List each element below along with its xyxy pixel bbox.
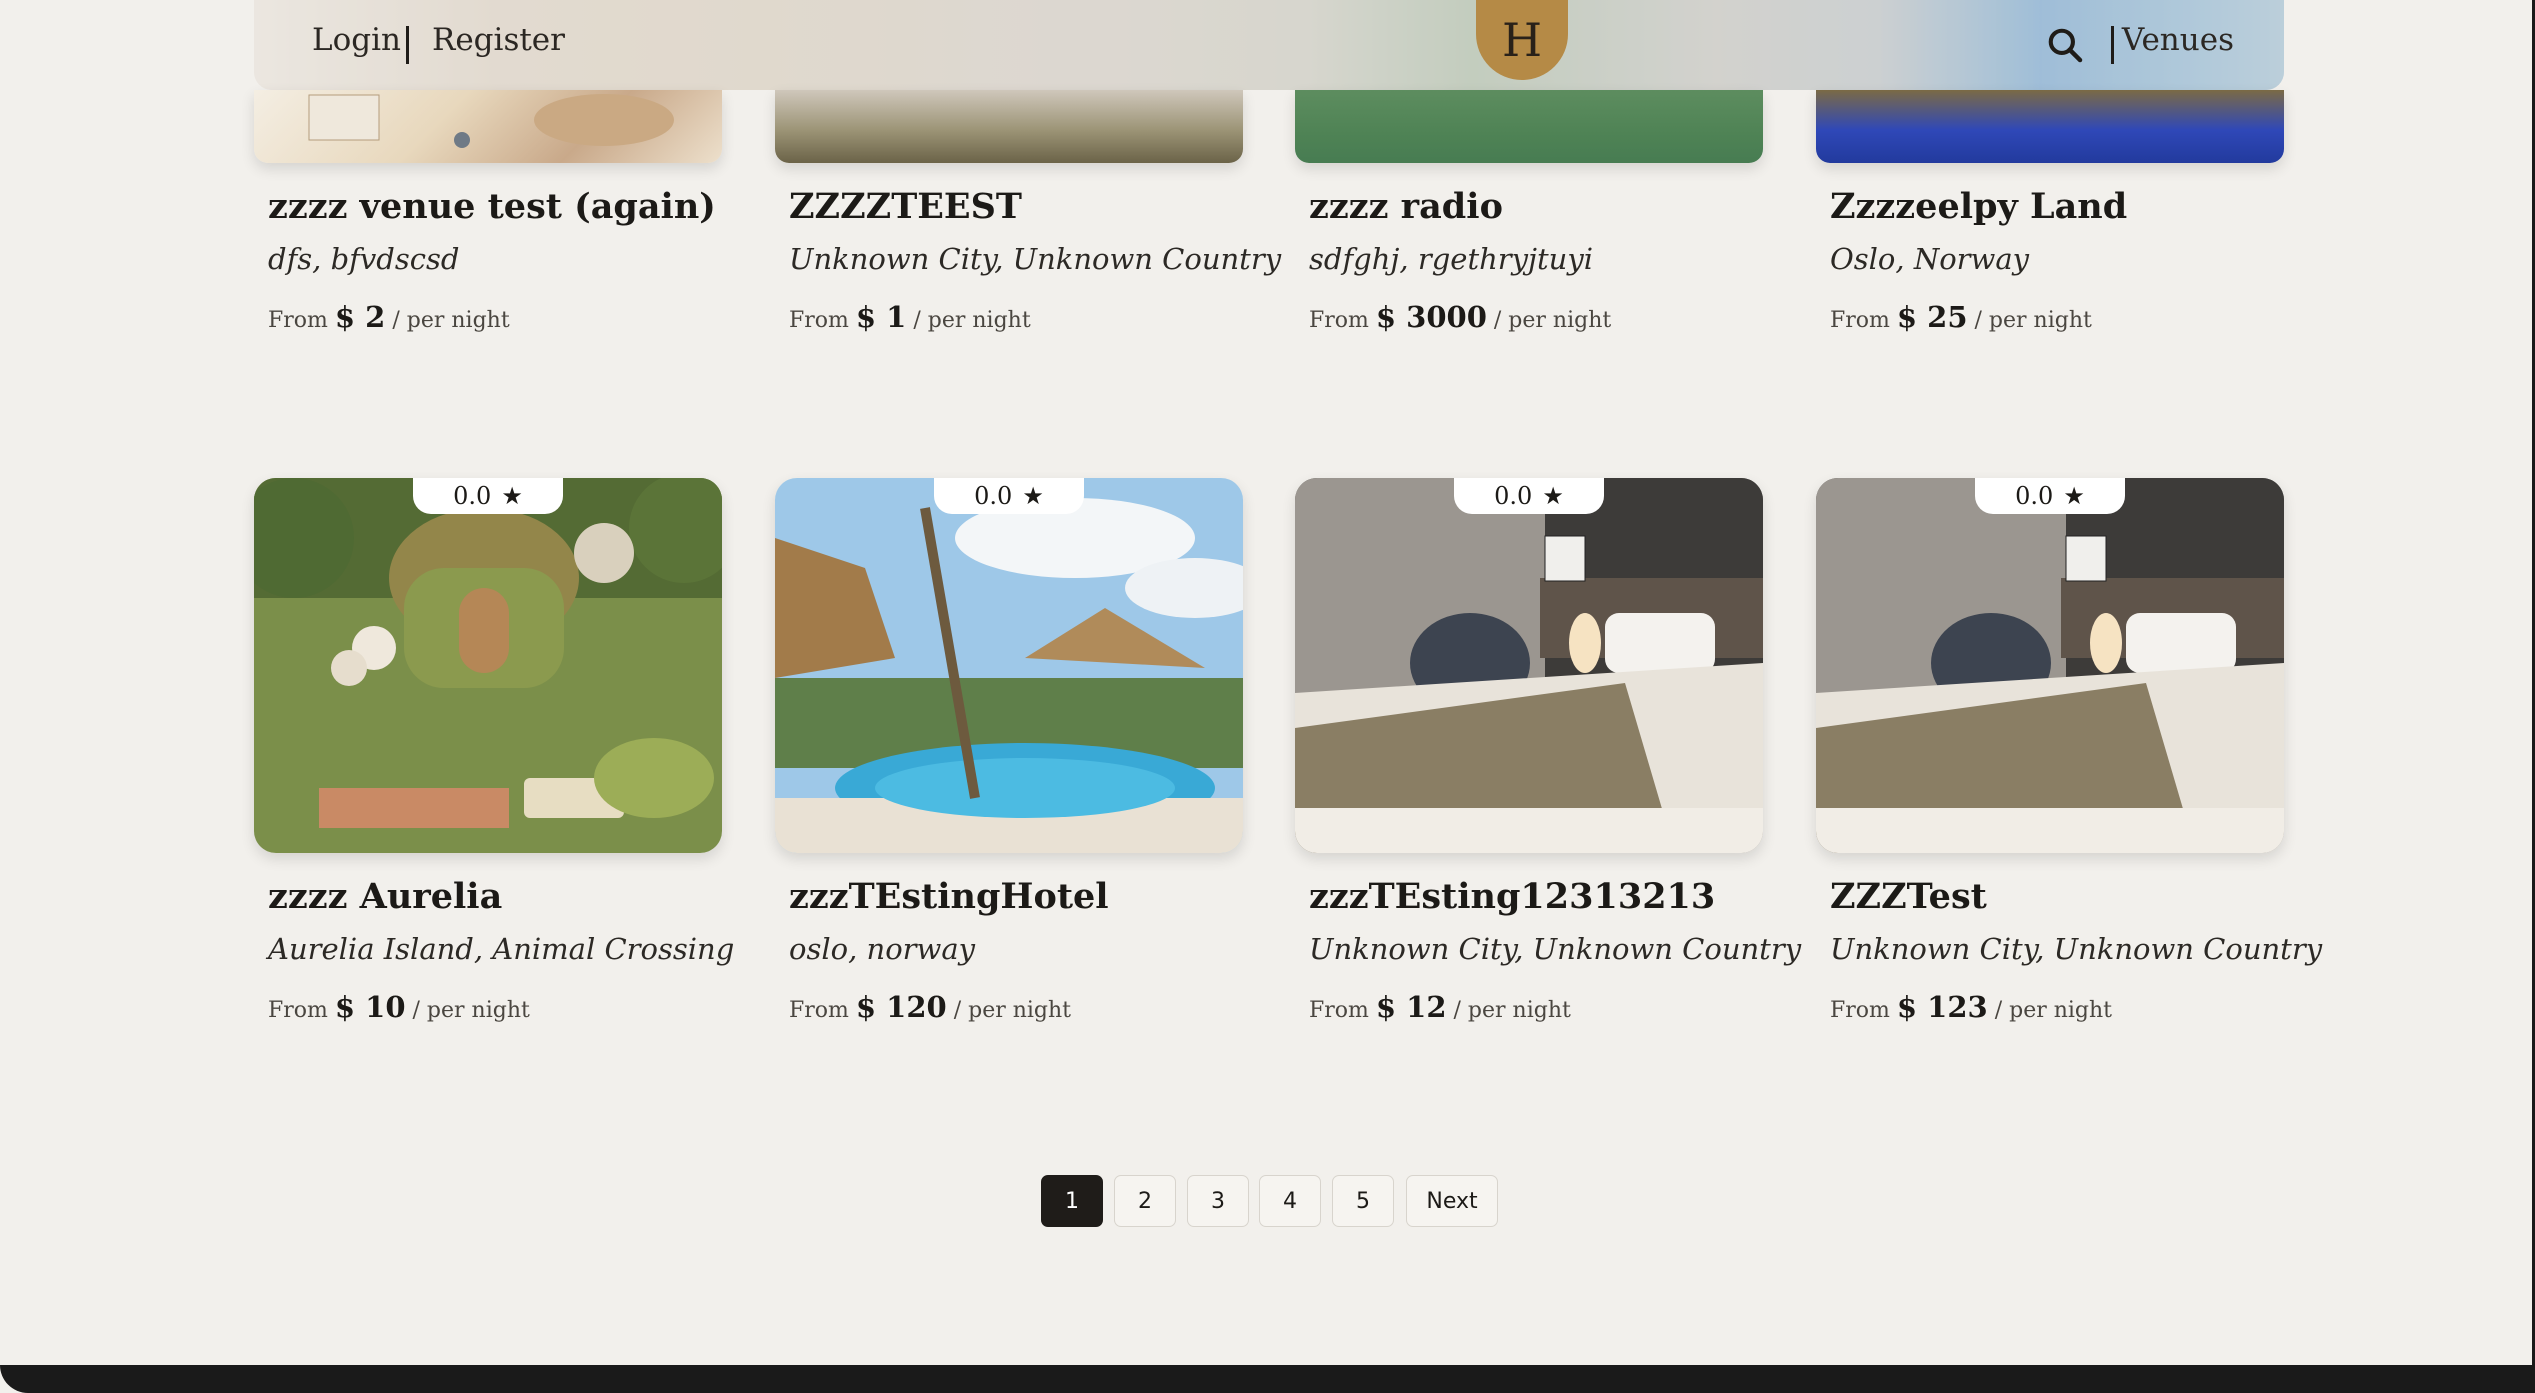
venue-card[interactable]: ZZZZTEEST Unknown City, Unknown Country … <box>775 90 1281 334</box>
price-unit: / per night <box>392 308 510 333</box>
header-divider <box>406 26 409 64</box>
venue-card[interactable]: 0.0 ★ zzzTEsting12313213 Unknown City, Un… <box>1295 478 1801 1024</box>
rating-value: 0.0 <box>2015 482 2054 510</box>
venue-name[interactable]: Zzzzeelpy Land <box>1830 186 2127 227</box>
venue-price: From $ 1 / per night <box>789 300 1031 334</box>
header-divider <box>2111 26 2114 64</box>
venue-photo <box>308 94 674 148</box>
venue-location: Unknown City, Unknown Country <box>789 242 1282 276</box>
price-amount: $ 123 <box>1896 990 1988 1024</box>
venue-photo <box>254 478 722 853</box>
venue-price: From $ 120 / per night <box>789 990 1071 1024</box>
venue-photo <box>1816 478 2284 853</box>
venue-location: Aurelia Island, Animal Crossing <box>268 932 735 966</box>
window-bottom-edge <box>0 1365 2535 1393</box>
venue-image <box>1295 90 1763 163</box>
price-from: From <box>1309 998 1369 1023</box>
venue-price: From $ 10 / per night <box>268 990 530 1024</box>
star-icon: ★ <box>1022 482 1044 510</box>
venue-location: dfs, bfvdscsd <box>268 242 460 276</box>
price-from: From <box>789 998 849 1023</box>
venues-link[interactable]: Venues <box>2122 22 2234 58</box>
site-header: Login Register Venues H <box>254 0 2284 90</box>
venue-name[interactable]: zzzTEstingHotel <box>789 876 1109 917</box>
rating-badge: 0.0 ★ <box>413 478 563 514</box>
venue-image: 0.0 ★ <box>1816 478 2284 853</box>
price-from: From <box>1830 308 1890 333</box>
price-amount: $ 25 <box>1896 300 1968 334</box>
price-unit: / per night <box>913 308 1031 333</box>
page-button-3[interactable]: 3 <box>1187 1175 1249 1227</box>
price-amount: $ 2 <box>334 300 386 334</box>
register-link[interactable]: Register <box>432 22 565 58</box>
price-from: From <box>268 308 328 333</box>
price-unit: / per night <box>1994 998 2113 1023</box>
price-unit: / per night <box>412 998 530 1023</box>
venue-image: 0.0 ★ <box>254 478 722 853</box>
price-unit: / per night <box>1453 998 1571 1023</box>
price-from: From <box>1830 998 1890 1023</box>
rating-badge: 0.0 ★ <box>934 478 1084 514</box>
venue-photo <box>1295 478 1763 853</box>
venue-name[interactable]: zzzTEsting12313213 <box>1309 876 1715 917</box>
venue-card[interactable]: Zzzzeelpy Land Oslo, Norway From $ 25 / … <box>1816 90 2284 334</box>
rating-value: 0.0 <box>1494 482 1533 510</box>
venue-price: From $ 3000 / per night <box>1309 300 1611 334</box>
venue-image <box>775 90 1243 163</box>
price-amount: $ 1 <box>855 300 907 334</box>
page-button-2[interactable]: 2 <box>1114 1175 1176 1227</box>
price-unit: / per night <box>953 998 1072 1023</box>
venue-image: 0.0 ★ <box>1295 478 1763 853</box>
venue-image <box>254 90 722 163</box>
venue-name[interactable]: zzzz venue test (again) <box>268 186 716 227</box>
rating-badge: 0.0 ★ <box>1454 478 1604 514</box>
price-from: From <box>789 308 849 333</box>
page-button-4[interactable]: 4 <box>1259 1175 1321 1227</box>
star-icon: ★ <box>2063 482 2085 510</box>
venue-name[interactable]: ZZZZTEEST <box>789 186 1022 227</box>
next-page-button[interactable]: Next <box>1406 1175 1498 1227</box>
venue-card[interactable]: zzzz venue test (again) dfs, bfvdscsd Fr… <box>254 90 722 334</box>
login-link[interactable]: Login <box>312 22 401 58</box>
venue-location: Unknown City, Unknown Country <box>1830 932 2323 966</box>
venue-name[interactable]: zzzz Aurelia <box>268 876 502 917</box>
venue-price: From $ 12 / per night <box>1309 990 1571 1024</box>
price-amount: $ 3000 <box>1375 300 1487 334</box>
price-unit: / per night <box>1974 308 2092 333</box>
venue-card[interactable]: zzzz radio sdfghj, rgethryjtuyi From $ 3… <box>1295 90 1763 334</box>
page-button-1[interactable]: 1 <box>1041 1175 1103 1227</box>
venue-name[interactable]: ZZZTest <box>1830 876 1987 917</box>
star-icon: ★ <box>501 482 523 510</box>
price-from: From <box>1309 308 1369 333</box>
venue-image: 0.0 ★ <box>775 478 1243 853</box>
venue-price: From $ 123 / per night <box>1830 990 2112 1024</box>
venue-location: Unknown City, Unknown Country <box>1309 932 1802 966</box>
venue-name[interactable]: zzzz radio <box>1309 186 1503 227</box>
price-unit: / per night <box>1493 308 1612 333</box>
price-from: From <box>268 998 328 1023</box>
price-amount: $ 12 <box>1375 990 1447 1024</box>
venue-photo <box>775 478 1243 853</box>
rating-badge: 0.0 ★ <box>1975 478 2125 514</box>
venue-location: sdfghj, rgethryjtuyi <box>1309 242 1593 276</box>
search-icon[interactable] <box>2046 26 2084 64</box>
venue-card[interactable]: 0.0 ★ zzzTEstingHotel oslo, norway From $… <box>775 478 1243 1024</box>
venue-price: From $ 2 / per night <box>268 300 510 334</box>
page-button-5[interactable]: 5 <box>1332 1175 1394 1227</box>
venue-price: From $ 25 / per night <box>1830 300 2092 334</box>
venue-card[interactable]: 0.0 ★ zzzz Aurelia Aurelia Island, Animal… <box>254 478 734 1024</box>
venue-location: oslo, norway <box>789 932 976 966</box>
venue-card[interactable]: 0.0 ★ ZZZTest Unknown City, Unknown Count… <box>1816 478 2322 1024</box>
rating-value: 0.0 <box>453 482 492 510</box>
rating-value: 0.0 <box>974 482 1013 510</box>
price-amount: $ 120 <box>855 990 947 1024</box>
star-icon: ★ <box>1542 482 1564 510</box>
price-amount: $ 10 <box>334 990 406 1024</box>
venue-location: Oslo, Norway <box>1830 242 2030 276</box>
venue-image <box>1816 90 2284 163</box>
